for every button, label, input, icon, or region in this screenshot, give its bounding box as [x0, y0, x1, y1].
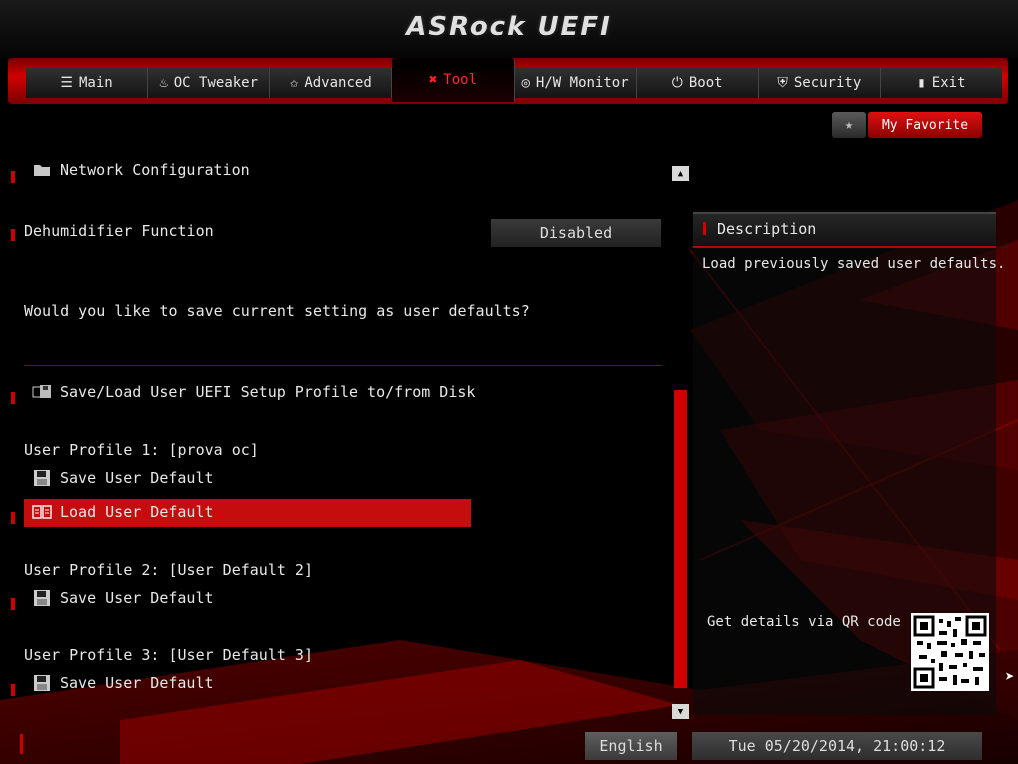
tab-h-w-monitor[interactable]: ◎ H/W Monitor [515, 68, 637, 98]
list-icon: ☰ [60, 75, 73, 91]
row-marker [11, 684, 15, 696]
scroll-up-arrow-icon[interactable]: ▲ [672, 166, 689, 181]
dehumidifier-value-select[interactable]: Disabled [491, 219, 661, 247]
profile1-load-label: Load User Default [60, 503, 214, 521]
profile1-save-item[interactable]: Save User Default [32, 468, 214, 488]
book-load-icon [32, 502, 52, 522]
divider [24, 365, 662, 366]
qr-label: Get details via QR code [707, 614, 901, 630]
tab-advanced[interactable]: ✩ Advanced [270, 68, 393, 98]
row-marker [11, 392, 15, 404]
tab-main[interactable]: ☰ Main [26, 68, 149, 98]
row-marker [11, 598, 15, 610]
save-defaults-question: Would you like to save current setting a… [24, 302, 530, 320]
tab-label: Security [793, 75, 862, 91]
monitor-icon: ◎ [521, 75, 530, 91]
footer-marker [20, 734, 23, 754]
profile1-load-item[interactable]: Load User Default [32, 502, 214, 522]
star-icon: ✩ [289, 75, 299, 91]
profile1-save-label: Save User Default [60, 469, 214, 487]
qr-code-icon[interactable] [911, 613, 989, 691]
tab-list: ☰ Main ♨ OC Tweaker ✩ Advanced ✖ Tool ◎ H/W Monit… [26, 58, 1002, 102]
tab-tool[interactable]: ✖ Tool [392, 58, 515, 102]
row-marker [11, 171, 15, 183]
header-bar: ASRock UEFI [0, 0, 1018, 58]
description-divider [693, 246, 996, 248]
tab-oc-tweaker[interactable]: ♨ OC Tweaker [148, 68, 271, 98]
description-text: Load previously saved user defaults. [702, 256, 1006, 272]
scroll-down-arrow-icon[interactable]: ▼ [672, 704, 689, 719]
shield-icon: ⛨ [777, 75, 788, 91]
user-profile-3-label: User Profile 3: [User Default 3] [24, 646, 313, 664]
dehumidifier-label: Dehumidifier Function [24, 222, 214, 240]
tab-bar: ☰ Main ♨ OC Tweaker ✩ Advanced ✖ Tool ◎ H/W Monit… [8, 58, 1008, 104]
favorite-star-icon[interactable]: ★ [832, 112, 866, 138]
datetime-display: Tue 05/20/2014, 21:00:12 [692, 732, 982, 760]
network-configuration-label: Network Configuration [60, 161, 250, 179]
description-marker [703, 222, 706, 235]
tab-exit[interactable]: ▮ Exit [881, 68, 1002, 98]
folder-icon [32, 160, 52, 180]
tab-label: Boot [688, 75, 723, 91]
disk-profile-icon [32, 382, 52, 402]
description-title: Description [717, 220, 817, 238]
row-marker [11, 512, 15, 524]
tab-security[interactable]: ⛨ Security [759, 68, 881, 98]
floppy-save-icon [32, 588, 52, 608]
profile2-save-label: Save User Default [60, 589, 214, 607]
tab-boot[interactable]: ⏻ Boot [637, 68, 759, 98]
tab-label: Main [78, 75, 113, 91]
user-profile-2-label: User Profile 2: [User Default 2] [24, 561, 313, 579]
tool-icon: ✖ [428, 72, 438, 88]
profile3-save-label: Save User Default [60, 674, 214, 692]
row-marker [11, 229, 15, 241]
flame-icon: ♨ [159, 75, 168, 91]
app-logo: ASRock UEFI [406, 12, 612, 42]
network-configuration-item[interactable]: Network Configuration [32, 160, 250, 180]
tab-label: Tool [443, 72, 478, 88]
language-button[interactable]: English [585, 732, 677, 760]
profile-section-label: Save/Load User UEFI Setup Profile to/fro… [60, 383, 476, 401]
power-icon: ⏻ [671, 75, 683, 91]
profile-section-item[interactable]: Save/Load User UEFI Setup Profile to/fro… [32, 382, 475, 402]
scrollbar-thumb[interactable] [674, 390, 687, 688]
floppy-save-icon [32, 673, 52, 693]
exit-icon: ▮ [917, 75, 926, 91]
profile3-save-item[interactable]: Save User Default [32, 673, 214, 693]
mouse-cursor-icon: ➤ [1005, 667, 1015, 686]
user-profile-1-label: User Profile 1: [prova oc] [24, 441, 259, 459]
tab-label: Advanced [304, 75, 372, 91]
tab-label: OC Tweaker [173, 75, 259, 91]
tab-label: H/W Monitor [535, 75, 629, 91]
tab-label: Exit [931, 75, 966, 91]
floppy-save-icon [32, 468, 52, 488]
my-favorite-button[interactable]: My Favorite [868, 112, 982, 138]
profile2-save-item[interactable]: Save User Default [32, 588, 214, 608]
